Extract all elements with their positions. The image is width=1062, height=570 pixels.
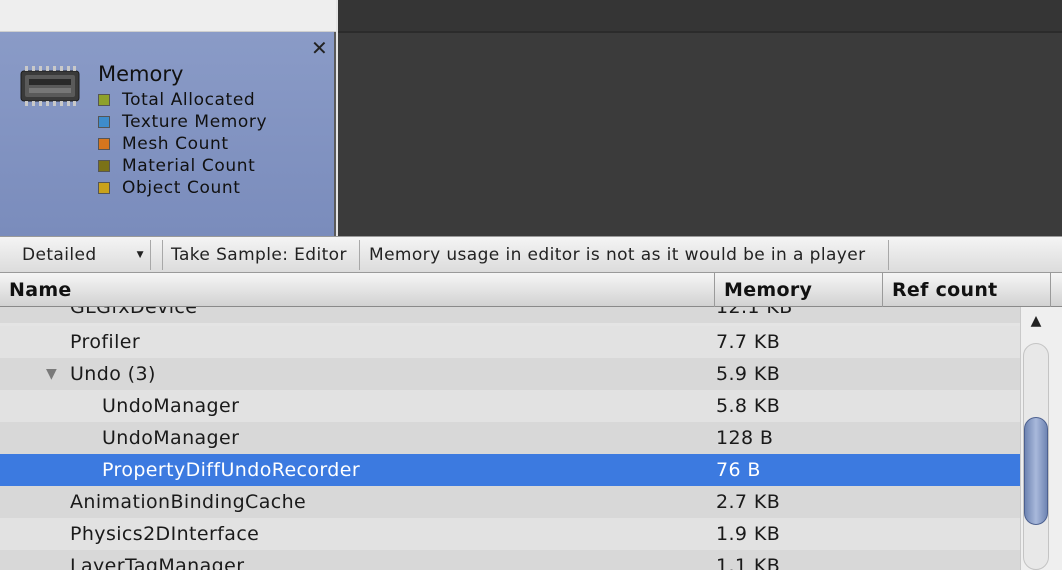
table-row[interactable]: ▼ Undo (3) 5.9 KB: [0, 358, 1020, 390]
legend-swatch: [98, 138, 110, 150]
legend-swatch: [98, 116, 110, 128]
view-mode-dropdown[interactable]: Detailed ▼: [14, 240, 151, 270]
legend-swatch: [98, 160, 110, 172]
column-header-ref-count[interactable]: Ref count: [883, 273, 1051, 307]
legend-item-material-count[interactable]: Material Count: [98, 155, 267, 177]
scrollbar-thumb[interactable]: [1024, 417, 1048, 525]
row-memory: 128 B: [716, 427, 774, 449]
legend-item-texture-memory[interactable]: Texture Memory: [98, 111, 267, 133]
legend-label: Object Count: [122, 178, 241, 198]
table-row[interactable]: Profiler 7.7 KB: [0, 326, 1020, 358]
row-memory: 76 B: [716, 459, 761, 481]
table-row[interactable]: UndoManager 5.8 KB: [0, 390, 1020, 422]
table-row[interactable]: Physics2DInterface 1.9 KB: [0, 518, 1020, 550]
legend-label: Material Count: [122, 156, 256, 176]
memory-chip-icon: [20, 66, 80, 106]
memory-graph-area[interactable]: [338, 0, 1062, 236]
table-header: Name Memory Ref count: [0, 273, 1062, 307]
table-row-selected[interactable]: PropertyDiffUndoRecorder 76 B: [0, 454, 1020, 486]
view-mode-label: Detailed: [22, 245, 97, 265]
row-name: UndoManager: [102, 395, 240, 417]
legend-swatch: [98, 182, 110, 194]
expand-triangle-icon[interactable]: ▼: [46, 358, 57, 390]
table-row[interactable]: LayerTagManager 1.1 KB: [0, 550, 1020, 570]
legend-item-mesh-count[interactable]: Mesh Count: [98, 133, 267, 155]
legend-label: Texture Memory: [122, 112, 268, 132]
row-name: UndoManager: [102, 427, 240, 449]
vertical-scrollbar[interactable]: ▲: [1020, 307, 1062, 570]
legend-swatch: [98, 94, 110, 106]
row-memory: 7.7 KB: [716, 331, 781, 353]
row-name: Undo (3): [70, 363, 156, 385]
row-memory: 1.1 KB: [716, 555, 781, 570]
row-name: AnimationBindingCache: [70, 491, 307, 513]
legend-item-total-allocated[interactable]: Total Allocated: [98, 89, 267, 111]
scroll-up-arrow-icon[interactable]: ▲: [1021, 313, 1051, 329]
row-memory: 1.9 KB: [716, 523, 781, 545]
row-memory: 12.1 KB: [716, 307, 793, 318]
table-row[interactable]: UndoManager 128 B: [0, 422, 1020, 454]
row-name: Profiler: [70, 331, 141, 353]
row-memory: 2.7 KB: [716, 491, 781, 513]
memory-legend: Total Allocated Texture Memory Mesh Coun…: [98, 89, 267, 199]
row-memory: 5.9 KB: [716, 363, 781, 385]
row-name: PropertyDiffUndoRecorder: [102, 459, 361, 481]
legend-item-object-count[interactable]: Object Count: [98, 177, 267, 199]
table-row[interactable]: GLGfxDevice 12.1 KB: [0, 307, 1020, 323]
legend-label: Mesh Count: [122, 134, 229, 154]
memory-panel-title: Memory: [98, 62, 184, 86]
take-sample-button[interactable]: Take Sample: Editor: [162, 240, 360, 270]
column-header-memory[interactable]: Memory: [715, 273, 883, 307]
memory-legend-panel[interactable]: Memory ✕ Total Allocated Texture Memory …: [0, 32, 336, 236]
table-row[interactable]: AnimationBindingCache 2.7 KB: [0, 486, 1020, 518]
editor-memory-note: Memory usage in editor is not as it woul…: [361, 240, 889, 270]
legend-label: Total Allocated: [122, 90, 256, 110]
dropdown-arrow-icon: ▼: [136, 250, 144, 260]
close-icon[interactable]: ✕: [311, 38, 328, 58]
row-name: LayerTagManager: [70, 555, 245, 570]
top-left-strip: [0, 0, 336, 32]
row-name: GLGfxDevice: [70, 307, 198, 318]
row-name: Physics2DInterface: [70, 523, 260, 545]
row-memory: 5.8 KB: [716, 395, 781, 417]
memory-toolbar: Detailed ▼ Take Sample: Editor Memory us…: [0, 236, 1062, 273]
memory-tree-list: GLGfxDevice 12.1 KB Profiler 7.7 KB ▼ Un…: [0, 307, 1020, 570]
column-header-name[interactable]: Name: [0, 273, 715, 307]
